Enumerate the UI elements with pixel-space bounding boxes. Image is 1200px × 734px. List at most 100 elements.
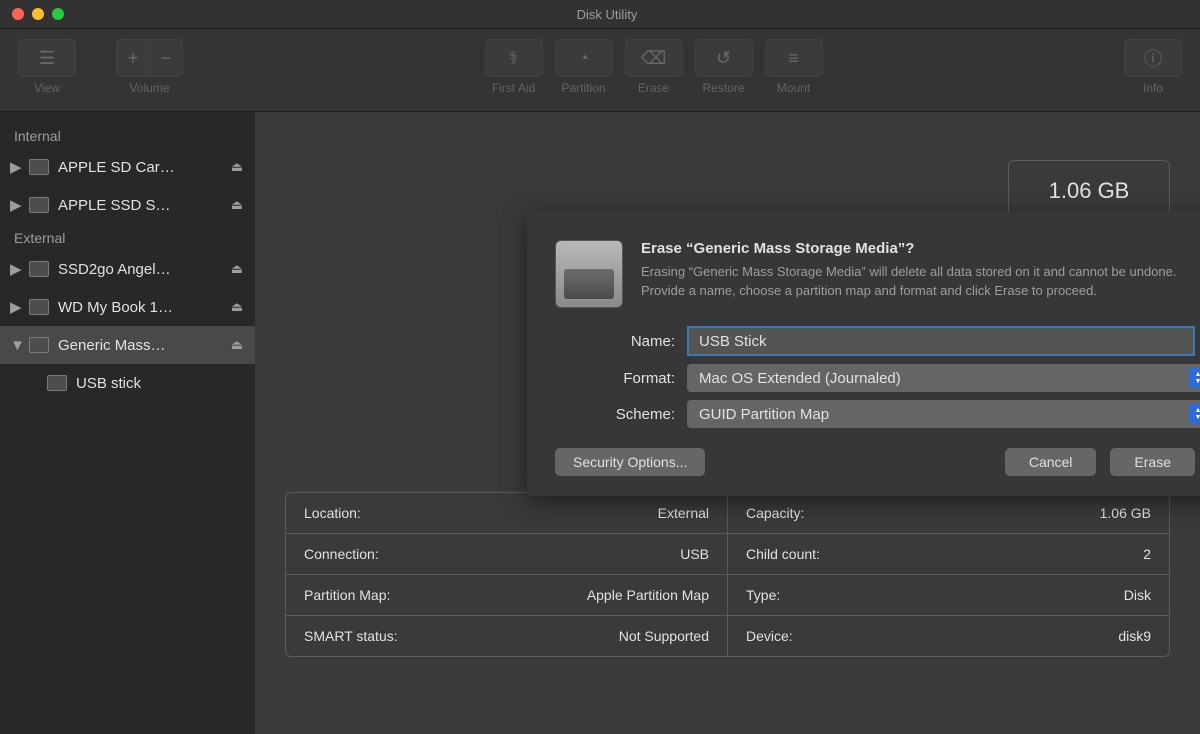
toolbar-volume-group: + − Volume	[116, 39, 183, 95]
info-button[interactable]: ⓘ	[1124, 39, 1182, 77]
zoom-window-button[interactable]	[52, 8, 64, 20]
info-row: Child count: 2	[728, 534, 1169, 575]
info-key: Connection:	[304, 546, 379, 562]
info-row: Partition Map: Apple Partition Map	[286, 575, 727, 616]
dialog-buttons: Security Options... Cancel Erase	[555, 448, 1195, 476]
view-label: View	[34, 81, 60, 95]
format-select[interactable]: Mac OS Extended (Journaled) ▲▼	[687, 364, 1200, 392]
info-key: SMART status:	[304, 628, 398, 644]
sidebar-item-label: SSD2go Angel…	[58, 261, 223, 278]
info-row: Location: External	[286, 493, 727, 534]
sidebar-external-header: External	[0, 224, 255, 250]
info-label: Info	[1143, 81, 1163, 95]
dialog-title: Erase “Generic Mass Storage Media”?	[641, 240, 1195, 257]
firstaid-label: First Aid	[492, 81, 535, 95]
sidebar-item-external-0[interactable]: ▶ SSD2go Angel… ⏏	[0, 250, 255, 288]
info-table: Location: External Connection: USB Parti…	[285, 492, 1170, 657]
sidebar-internal-header: Internal	[0, 122, 255, 148]
traffic-lights	[12, 8, 64, 20]
drive-icon	[28, 158, 50, 176]
disclosure-icon[interactable]: ▶	[10, 158, 20, 176]
pie-icon: ◔	[578, 48, 589, 69]
erase-confirm-button[interactable]: Erase	[1110, 448, 1195, 476]
dialog-header: Erase “Generic Mass Storage Media”? Eras…	[555, 240, 1195, 308]
erase-button[interactable]: ⌫	[625, 39, 683, 77]
volume-label: Volume	[129, 81, 169, 95]
scheme-select[interactable]: GUID Partition Map ▲▼	[687, 400, 1200, 428]
sidebar-item-external-2[interactable]: ▼ Generic Mass… ⏏	[0, 326, 255, 364]
content-pane: 1.06 GB Location: External Connection: U…	[255, 112, 1200, 734]
disclosure-icon[interactable]: ▶	[10, 260, 20, 278]
restore-label: Restore	[702, 81, 744, 95]
info-row: SMART status: Not Supported	[286, 616, 727, 656]
info-key: Partition Map:	[304, 587, 390, 603]
updown-arrows-icon: ▲▼	[1189, 404, 1200, 424]
eject-icon[interactable]: ⏏	[231, 261, 243, 277]
eject-icon[interactable]: ⏏	[231, 299, 243, 315]
hard-drive-icon	[555, 240, 623, 308]
mount-button[interactable]: ≡	[765, 39, 823, 77]
toolbar-restore-group: ↺ Restore	[695, 39, 753, 95]
restore-button[interactable]: ↺	[695, 39, 753, 77]
eject-icon[interactable]: ⏏	[231, 159, 243, 175]
sidebar-item-label: APPLE SD Car…	[58, 159, 223, 176]
drive-icon	[28, 336, 50, 354]
info-val: Disk	[1124, 587, 1151, 603]
info-row: Capacity: 1.06 GB	[728, 493, 1169, 534]
sidebar: Internal ▶ APPLE SD Car… ⏏ ▶ APPLE SSD S…	[0, 112, 255, 734]
info-key: Capacity:	[746, 505, 804, 521]
sidebar-item-external-2-child-0[interactable]: USB stick	[0, 364, 255, 402]
info-row: Type: Disk	[728, 575, 1169, 616]
info-val: USB	[680, 546, 709, 562]
dialog-description: Erasing “Generic Mass Storage Media” wil…	[641, 263, 1195, 301]
info-key: Type:	[746, 587, 780, 603]
volume-remove-button[interactable]: −	[150, 39, 183, 77]
scheme-row: Scheme: GUID Partition Map ▲▼	[555, 400, 1195, 428]
toolbar-info-group: ⓘ Info	[1124, 39, 1182, 95]
minimize-window-button[interactable]	[32, 8, 44, 20]
close-window-button[interactable]	[12, 8, 24, 20]
sidebar-item-internal-0[interactable]: ▶ APPLE SD Car… ⏏	[0, 148, 255, 186]
info-val: External	[658, 505, 709, 521]
sidebar-item-internal-1[interactable]: ▶ APPLE SSD S… ⏏	[0, 186, 255, 224]
name-row: Name:	[555, 326, 1195, 356]
sidebar-item-external-1[interactable]: ▶ WD My Book 1… ⏏	[0, 288, 255, 326]
disclosure-icon[interactable]: ▶	[10, 196, 20, 214]
disclosure-icon[interactable]: ▼	[10, 337, 20, 354]
toolbar-view-group: ☰ View	[18, 39, 76, 95]
erase-dialog: Erase “Generic Mass Storage Media”? Eras…	[527, 212, 1200, 496]
name-label: Name:	[555, 333, 687, 350]
security-options-button[interactable]: Security Options...	[555, 448, 705, 476]
sidebar-icon: ☰	[39, 48, 55, 69]
sidebar-item-label: USB stick	[76, 375, 243, 392]
format-label: Format:	[555, 370, 687, 387]
info-val: disk9	[1118, 628, 1151, 644]
info-val: 1.06 GB	[1100, 505, 1151, 521]
info-row: Device: disk9	[728, 616, 1169, 656]
info-icon: ⓘ	[1144, 45, 1162, 71]
drive-icon	[46, 374, 68, 392]
view-button[interactable]: ☰	[18, 39, 76, 77]
plus-icon: +	[128, 48, 139, 69]
firstaid-button[interactable]: ⚕	[485, 39, 543, 77]
sidebar-item-label: Generic Mass…	[58, 337, 223, 354]
partition-button[interactable]: ◔	[555, 39, 613, 77]
toolbar-mount-group: ≡ Mount	[765, 39, 823, 95]
erase-icon: ⌫	[641, 48, 666, 69]
name-input[interactable]	[687, 326, 1195, 356]
scheme-value: GUID Partition Map	[699, 406, 829, 423]
mount-label: Mount	[777, 81, 810, 95]
disclosure-icon[interactable]: ▶	[10, 298, 20, 316]
info-key: Child count:	[746, 546, 820, 562]
drive-icon	[28, 196, 50, 214]
titlebar: Disk Utility	[0, 0, 1200, 29]
info-key: Device:	[746, 628, 793, 644]
eject-icon[interactable]: ⏏	[231, 337, 243, 353]
eject-icon[interactable]: ⏏	[231, 197, 243, 213]
mount-icon: ≡	[788, 48, 799, 69]
cancel-button[interactable]: Cancel	[1005, 448, 1097, 476]
volume-add-button[interactable]: +	[116, 39, 150, 77]
toolbar-partition-group: ◔ Partition	[555, 39, 613, 95]
sidebar-item-label: WD My Book 1…	[58, 299, 223, 316]
toolbar: ☰ View + − Volume ⚕ First Aid ◔ Partitio…	[0, 29, 1200, 112]
